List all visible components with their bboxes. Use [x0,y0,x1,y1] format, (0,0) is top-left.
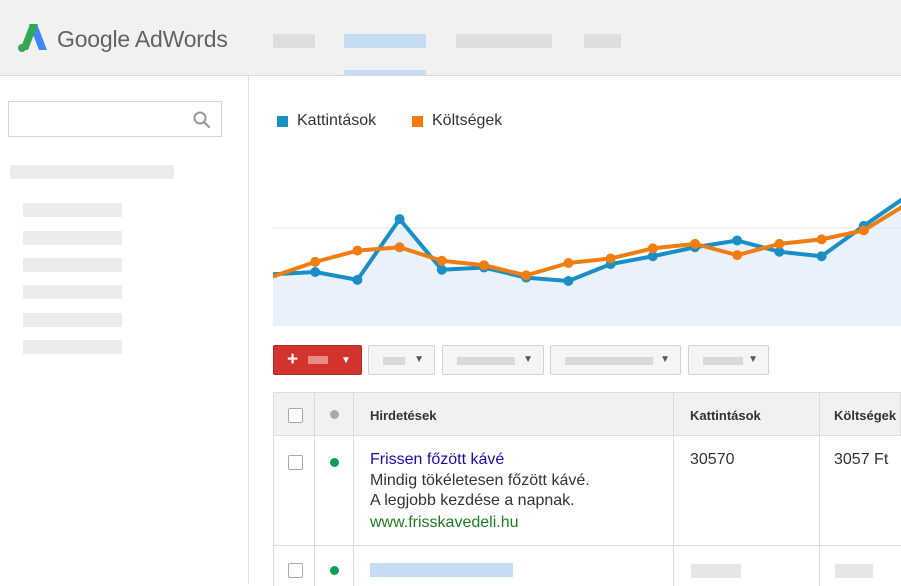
series-0-point-11 [732,235,743,246]
status-column-icon [330,410,339,419]
column-divider [819,436,820,546]
nav-tab-4[interactable] [584,34,621,48]
dropdown-label-placeholder [703,357,743,365]
filter-dropdown-1[interactable]: ▼ [368,345,435,375]
series-0-point-4 [436,264,447,275]
series-1-point-13 [816,234,827,245]
search-input[interactable] [8,101,222,137]
sidebar-heading-placeholder[interactable] [10,165,174,179]
series-0-point-7 [563,276,574,286]
ad-headline-link[interactable]: Frissen főzött kávé [370,451,504,469]
row-checkbox[interactable] [288,455,303,470]
nav-tab-2-active[interactable] [344,34,426,48]
adwords-logo-icon [18,24,47,52]
series-1-point-7 [563,258,574,268]
series-1-point-8 [605,253,616,264]
nav-tab-3[interactable] [456,34,552,48]
status-dot-icon [330,458,339,467]
cost-placeholder [835,564,873,578]
series-0-point-1 [310,267,321,277]
legend-label-costs: Költségek [432,112,503,129]
legend-clicks[interactable]: Kattintások [277,112,376,130]
add-button[interactable]: + ▼ [273,345,362,375]
chevron-down-icon: ▼ [523,354,533,365]
series-1-point-1 [310,256,321,267]
table-header: Hirdetések Kattintások Költségek [273,392,901,437]
series-0-point-2 [352,274,363,285]
dropdown-label-placeholder [383,357,405,365]
status-dot-icon [330,566,339,575]
plus-icon: + [287,349,299,370]
column-divider [314,546,315,586]
column-header-clicks[interactable]: Kattintások [690,408,761,423]
column-divider [314,393,315,437]
series-0-point-3 [394,214,405,225]
clicks-value: 30570 [690,451,735,468]
series-1-point-9 [647,243,658,254]
dropdown-label-placeholder [565,357,653,365]
ad-description-line-2: A legjobb kezdése a napnak. [370,492,575,509]
brand-name: Google AdWords [57,26,228,52]
legend-swatch-costs [412,115,423,127]
select-all-checkbox[interactable] [288,408,303,423]
table-row[interactable]: Frissen főzött kávé Mindig tökéletesen f… [273,436,901,546]
nav-tab-1[interactable] [273,34,315,48]
column-divider [819,546,820,586]
series-1-point-10 [690,238,700,249]
series-1-point-5 [479,260,489,271]
column-divider [819,393,820,437]
series-1-point-3 [394,242,405,253]
ad-headline-placeholder[interactable] [370,563,513,577]
series-1-point-14 [858,225,869,236]
sidebar-item[interactable] [23,203,122,217]
series-1-point-6 [521,270,532,281]
clicks-placeholder [691,564,741,578]
column-divider [673,393,674,437]
series-1-point-4 [436,255,447,266]
column-divider [673,436,674,546]
ad-description-line-1: Mindig tökéletesen főzött kávé. [370,472,590,489]
column-header-costs[interactable]: Költségek [834,408,896,423]
chevron-down-icon: ▼ [748,354,758,365]
legend-costs[interactable]: Költségek [412,112,502,130]
sidebar-item[interactable] [23,258,122,272]
sidebar-item[interactable] [23,340,122,354]
column-divider [353,546,354,586]
chevron-down-icon: ▼ [341,355,351,366]
sidebar-item[interactable] [23,231,122,245]
column-divider [673,546,674,586]
ad-display-url: www.frisskavedeli.hu [370,514,519,531]
column-header-ads[interactable]: Hirdetések [370,408,436,423]
sidebar [0,76,249,584]
active-tab-indicator [344,70,426,75]
chevron-down-icon: ▼ [660,354,670,365]
legend-swatch-clicks [277,115,288,127]
row-checkbox[interactable] [288,563,303,578]
filter-dropdown-4[interactable]: ▼ [688,345,769,375]
performance-line-chart[interactable] [273,140,901,326]
column-divider [353,393,354,437]
table-row[interactable] [273,546,901,586]
series-0-point-13 [816,251,827,262]
column-divider [314,436,315,546]
sidebar-item[interactable] [23,285,122,299]
search-icon[interactable] [192,110,212,130]
series-1-point-12 [774,238,785,249]
chevron-down-icon: ▼ [414,354,424,365]
sidebar-item[interactable] [23,313,122,327]
series-1-point-11 [732,250,743,261]
add-button-label-placeholder [308,356,328,364]
series-1-point-2 [352,245,363,256]
filter-dropdown-2[interactable]: ▼ [442,345,544,375]
filter-dropdown-3[interactable]: ▼ [550,345,681,375]
top-bar: Google AdWords [0,0,901,76]
column-divider [353,436,354,546]
cost-value: 3057 Ft [834,451,889,468]
dropdown-label-placeholder [457,357,515,365]
legend-label-clicks: Kattintások [297,112,377,129]
